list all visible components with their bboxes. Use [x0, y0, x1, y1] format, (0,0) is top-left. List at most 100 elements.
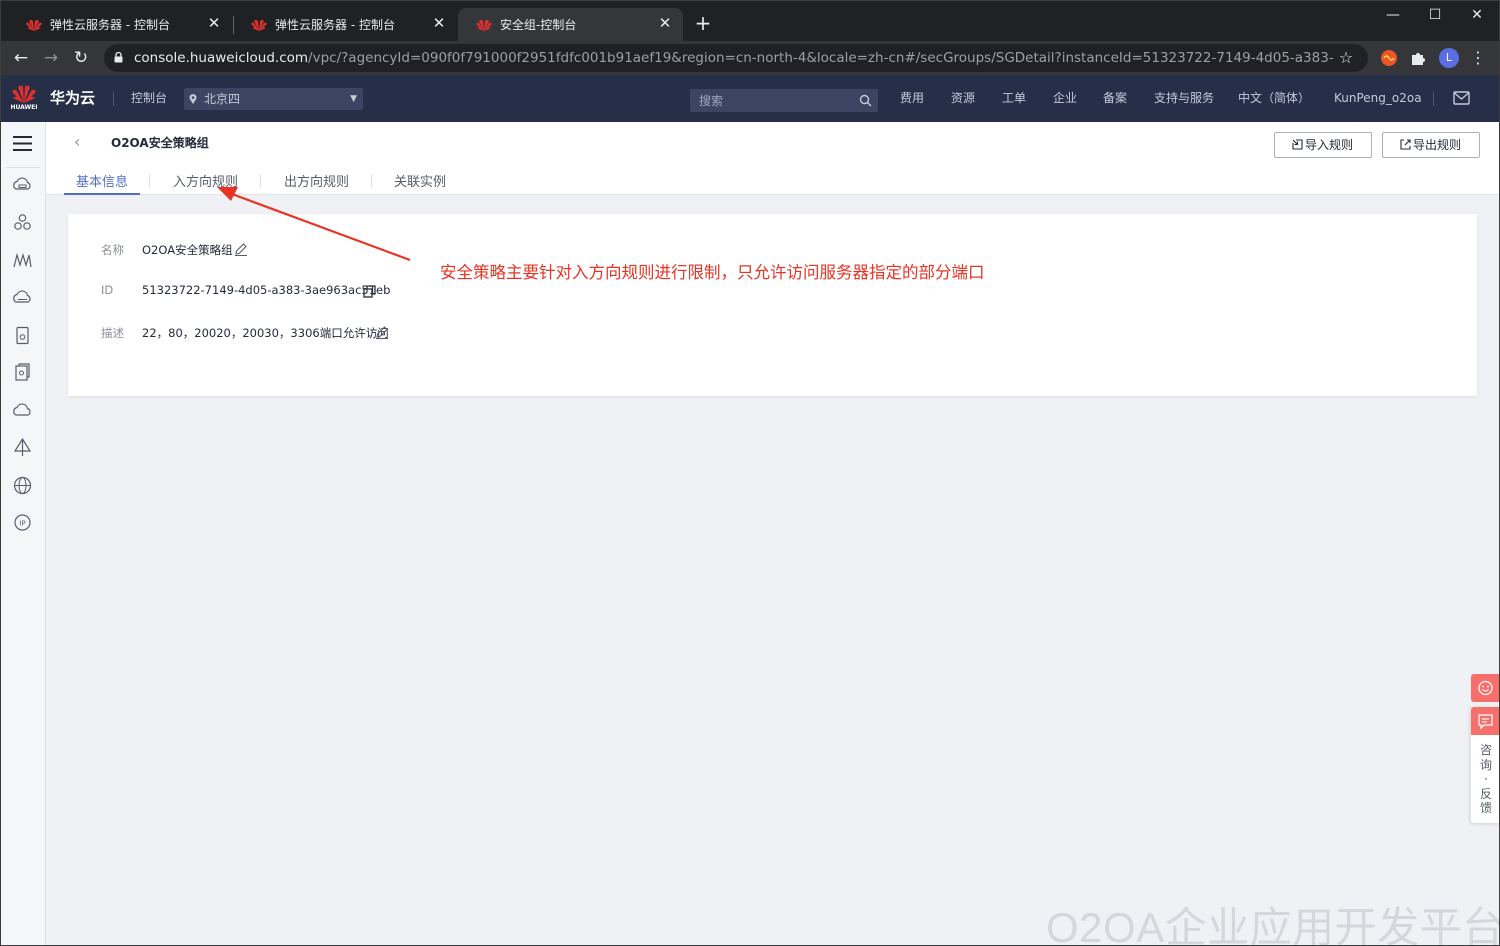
console-link[interactable]: 控制台	[131, 75, 167, 122]
puzzle-icon[interactable]	[1409, 49, 1427, 67]
nav-enterprise[interactable]: 企业	[1053, 75, 1077, 122]
mail-icon[interactable]	[1453, 91, 1470, 105]
annotation-text: 安全策略主要针对入方向规则进行限制，只允许访问服务器指定的部分端口	[440, 263, 985, 282]
region-label: 北京四	[204, 92, 241, 106]
nav-billing[interactable]: 费用	[900, 75, 924, 122]
huawei-logo-icon	[26, 19, 42, 31]
service-sidebar: IP	[0, 122, 46, 946]
tab-associated-instances[interactable]: 关联实例	[394, 171, 446, 190]
nav-tickets[interactable]: 工单	[1002, 75, 1026, 122]
import-rules-button[interactable]: 导入规则	[1274, 132, 1372, 158]
page-title: O2OA安全策略组	[111, 136, 209, 150]
address-bar[interactable]: console.huaweicloud.com/vpc/?agencyId=09…	[104, 44, 1368, 72]
forward-icon[interactable]: →	[39, 46, 63, 70]
copy-icon[interactable]	[363, 285, 376, 298]
url-text: console.huaweicloud.com/vpc/?agencyId=09…	[134, 44, 1334, 72]
edit-name-icon[interactable]	[234, 242, 248, 256]
import-icon	[1292, 139, 1303, 150]
eip-icon[interactable]: IP	[12, 512, 33, 533]
chevron-down-icon: ▼	[350, 94, 357, 104]
tab-outbound-rules[interactable]: 出方向规则	[284, 171, 349, 190]
search-icon[interactable]	[859, 94, 872, 107]
chat-icon	[1478, 714, 1493, 730]
page: 弹性云服务器 - 控制台 ✕ 弹性云服务器 - 控制台 ✕ 安全组-控制台 ✕ …	[0, 0, 1500, 946]
menu-icon[interactable]: ⋮	[1470, 47, 1486, 69]
header-search	[690, 89, 878, 112]
tab-divider	[149, 174, 150, 188]
tab-title: 弹性云服务器 - 控制台	[275, 18, 395, 32]
svg-text:IP: IP	[19, 520, 25, 528]
chat-button[interactable]	[1471, 707, 1500, 735]
close-tab-icon[interactable]: ✕	[206, 15, 222, 31]
maximize-button[interactable]: ☐	[1420, 4, 1450, 26]
tab-divider	[260, 174, 261, 188]
header-divider	[113, 92, 114, 106]
tab-basic-info[interactable]: 基本信息	[76, 171, 128, 190]
url-host: console.huaweicloud.com	[134, 50, 309, 66]
tab-title: 安全组-控制台	[500, 18, 577, 32]
sidebar-divider	[6, 167, 40, 168]
back-arrow-icon[interactable]: ‹	[74, 134, 88, 150]
huawei-logo-icon	[476, 19, 492, 31]
name-value: O2OA安全策略组	[142, 243, 233, 257]
language-selector[interactable]: 中文（简体）	[1238, 75, 1310, 122]
basic-info-card: 名称 O2OA安全策略组 ID 51323722-7149-4d05-a383-…	[68, 214, 1477, 396]
url-path: /vpc/?agencyId=090f0f791000f2951fdfc001b…	[308, 50, 1334, 66]
star-icon[interactable]: ☆	[1336, 48, 1356, 68]
id-row: ID 51323722-7149-4d05-a383-3ae963ac51eb	[101, 283, 421, 301]
close-window-button[interactable]: ✕	[1462, 4, 1492, 26]
brand-name[interactable]: 华为云	[50, 75, 95, 122]
browser-tab-1[interactable]: 弹性云服务器 - 控制台 ✕	[8, 8, 232, 41]
monitor-icon[interactable]	[12, 250, 33, 271]
search-input[interactable]	[690, 89, 850, 112]
name-label: 名称	[101, 243, 124, 257]
minimize-button[interactable]: —	[1378, 4, 1408, 26]
customer-service-button[interactable]	[1471, 674, 1500, 702]
edit-description-icon[interactable]	[375, 325, 389, 339]
description-label: 描述	[101, 326, 124, 340]
cdn-icon[interactable]	[12, 475, 33, 496]
cloud-server-icon[interactable]	[12, 175, 33, 196]
feedback-panel[interactable]: 咨询·反馈	[1471, 707, 1500, 823]
network-icon[interactable]	[12, 437, 33, 458]
description-value: 22，80，20020，20030，3306端口允许访问	[142, 326, 389, 340]
id-label: ID	[101, 283, 114, 297]
close-tab-icon[interactable]: ✕	[657, 15, 673, 31]
nav-icp[interactable]: 备案	[1103, 75, 1127, 122]
reload-icon[interactable]: ↻	[69, 46, 93, 70]
extension-icon[interactable]	[1380, 49, 1398, 67]
export-icon	[1400, 139, 1411, 150]
tab-inbound-rules[interactable]: 入方向规则	[173, 171, 238, 190]
location-pin-icon	[189, 94, 197, 104]
container-icon[interactable]	[12, 362, 33, 383]
browser-tab-2[interactable]: 弹性云服务器 - 控制台 ✕	[233, 8, 457, 41]
new-tab-button[interactable]: +	[692, 12, 714, 34]
nav-resources[interactable]: 资源	[951, 75, 975, 122]
nav-support[interactable]: 支持与服务	[1154, 75, 1214, 122]
database-icon[interactable]	[12, 287, 33, 308]
smiley-icon	[1478, 680, 1493, 696]
user-account[interactable]: KunPeng_o2oa	[1334, 75, 1422, 122]
cluster-icon[interactable]	[12, 212, 33, 233]
huawei-logo[interactable]: HUAWEI	[10, 84, 38, 114]
close-tab-icon[interactable]: ✕	[431, 15, 447, 31]
console-header: HUAWEI 华为云 控制台 北京四 ▼ 费用 资源 工单 企业 备案 支持与服…	[0, 75, 1500, 122]
back-icon[interactable]: ←	[9, 46, 33, 70]
huawei-logo-icon	[251, 19, 267, 31]
profile-avatar[interactable]: L	[1439, 48, 1459, 68]
lock-icon	[114, 52, 123, 63]
name-row: 名称 O2OA安全策略组	[101, 242, 301, 260]
page-header: ‹ O2OA安全策略组 导入规则 导出规则 基本信息 入方向规则 出方向规则 关…	[46, 122, 1500, 195]
huawei-logo-icon	[12, 85, 36, 103]
export-rules-button[interactable]: 导出规则	[1382, 132, 1480, 158]
storage-icon[interactable]	[12, 325, 33, 346]
cloud-icon[interactable]	[12, 400, 33, 421]
hamburger-menu-icon[interactable]	[13, 136, 32, 151]
header-divider	[1433, 92, 1434, 106]
feedback-label: 咨询·反馈	[1479, 743, 1492, 815]
browser-tab-bar: 弹性云服务器 - 控制台 ✕ 弹性云服务器 - 控制台 ✕ 安全组-控制台 ✕ …	[0, 0, 1500, 41]
id-value: 51323722-7149-4d05-a383-3ae963ac51eb	[142, 283, 391, 297]
browser-tab-3-active[interactable]: 安全组-控制台 ✕	[458, 8, 683, 41]
region-selector[interactable]: 北京四 ▼	[184, 88, 363, 110]
tab-title: 弹性云服务器 - 控制台	[50, 18, 170, 32]
